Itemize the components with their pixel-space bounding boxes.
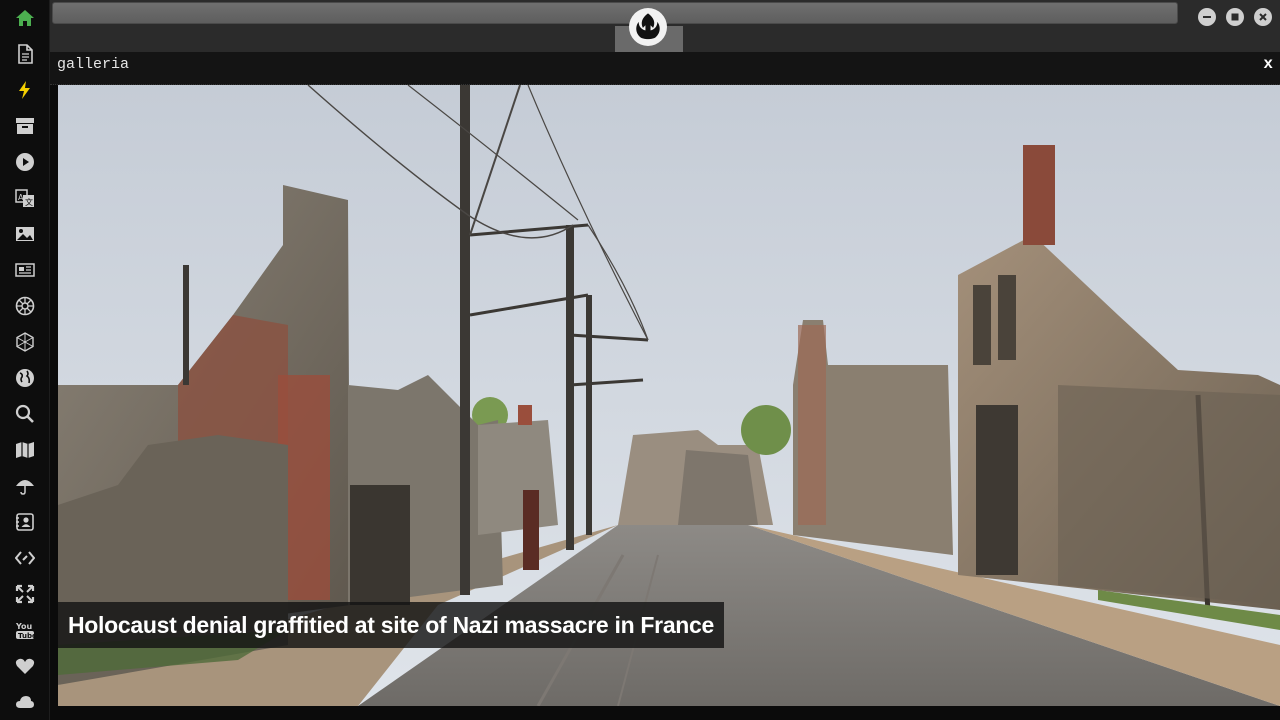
empire-icon[interactable] [14, 295, 36, 317]
bottom-strip [50, 706, 1280, 720]
search-icon[interactable] [14, 403, 36, 425]
gallery-panel-header: galleria x [50, 52, 1280, 85]
translate-icon[interactable]: A文 [14, 187, 36, 209]
svg-text:文: 文 [25, 197, 33, 207]
map-icon[interactable] [14, 439, 36, 461]
youtube-icon[interactable]: You Tube [14, 619, 36, 641]
rebel-alliance-icon[interactable] [629, 8, 667, 46]
image-icon[interactable] [14, 223, 36, 245]
gallery-caption[interactable]: Holocaust denial graffitied at site of N… [58, 602, 725, 648]
panel-close-button[interactable]: x [1263, 55, 1273, 73]
sidebar: A文 You Tube [0, 0, 50, 720]
umbrella-icon[interactable] [14, 475, 36, 497]
svg-text:A: A [18, 193, 24, 202]
maximize-button[interactable] [1226, 8, 1244, 26]
heart-icon[interactable] [14, 655, 36, 677]
contact-card-icon[interactable] [14, 511, 36, 533]
code-icon[interactable] [14, 547, 36, 569]
minimize-button[interactable] [1198, 8, 1216, 26]
top-bar [50, 0, 1280, 52]
lightning-icon[interactable] [14, 79, 36, 101]
svg-text:Tube: Tube [18, 632, 35, 640]
close-window-button[interactable] [1254, 8, 1272, 26]
hexagon-icon[interactable] [14, 331, 36, 353]
play-icon[interactable] [14, 151, 36, 173]
home-icon[interactable] [14, 7, 36, 29]
newspaper-icon[interactable] [14, 259, 36, 281]
archive-icon[interactable] [14, 115, 36, 137]
cloud-icon[interactable] [14, 691, 36, 713]
globe-icon[interactable] [14, 367, 36, 389]
address-input[interactable] [52, 2, 1178, 24]
fullscreen-icon[interactable] [14, 583, 36, 605]
panel-title: galleria [57, 56, 130, 73]
document-icon[interactable] [14, 43, 36, 65]
svg-text:You: You [15, 622, 33, 631]
